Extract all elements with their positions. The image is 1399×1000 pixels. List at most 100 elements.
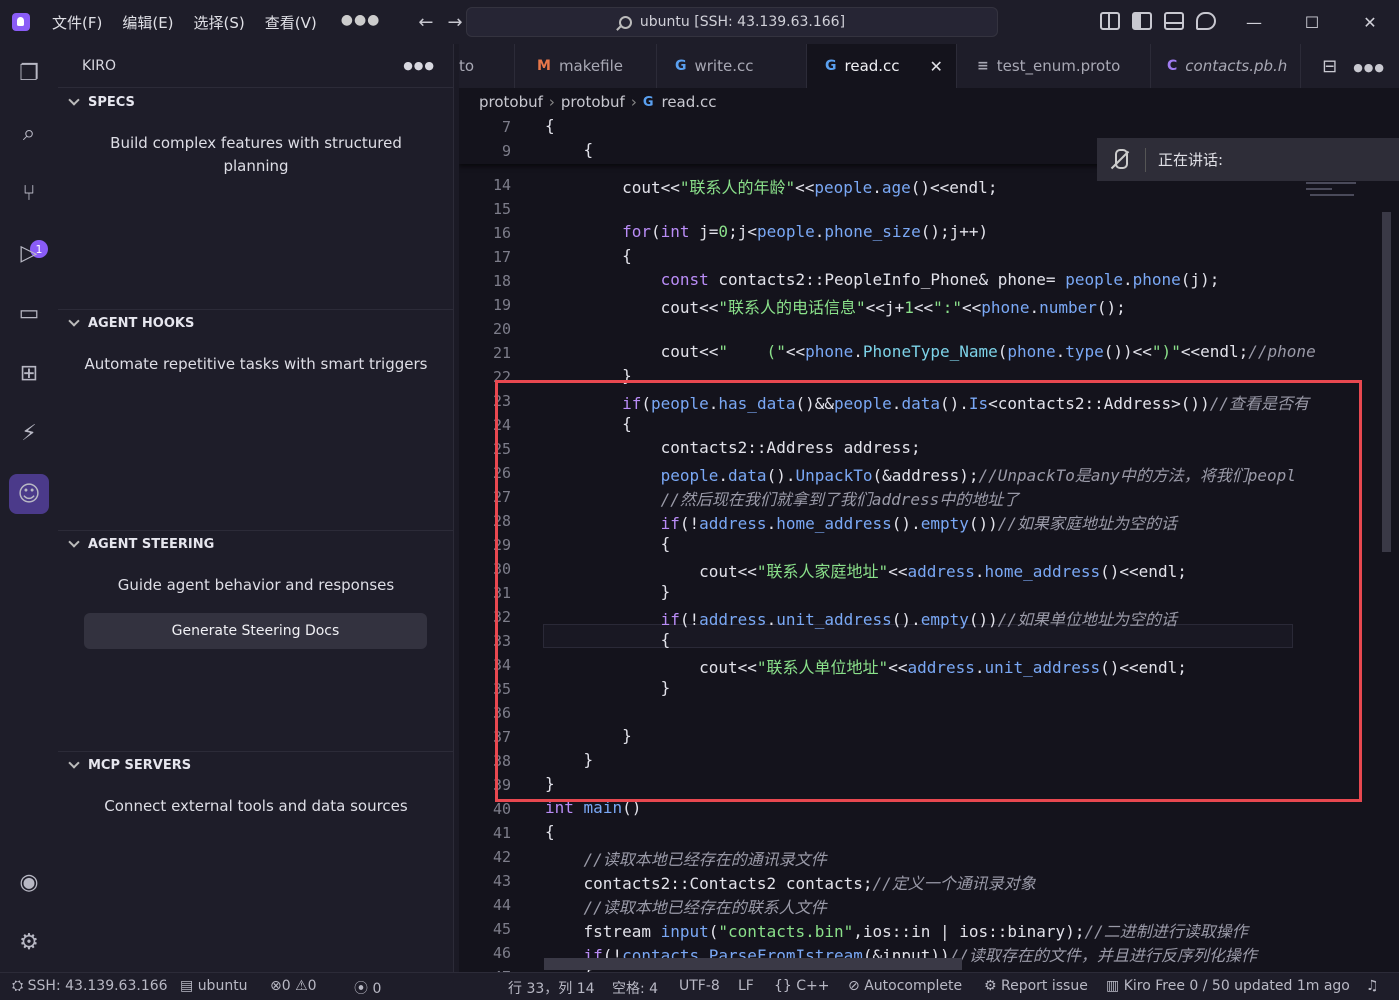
kiro-powers-icon[interactable]: ⚡ <box>14 418 44 448</box>
code-line[interactable]: contacts2::Contacts2 contacts;//定义一个通讯录对… <box>545 870 1036 894</box>
line-number: 19 <box>492 296 511 314</box>
menu-file[interactable]: 文件(F) <box>52 12 102 33</box>
kiro-usage-status[interactable]: ▥ Kiro Free 0 / 50 updated 1m ago <box>1106 978 1350 994</box>
breadcrumb-file[interactable]: read.cc <box>661 93 716 111</box>
report-issue-status[interactable]: ⚙ Report issue <box>984 978 1088 994</box>
remote-ssh-status[interactable]: ⛭ SSH: 43.139.63.166 <box>12 978 168 994</box>
code-line[interactable]: fstream input("contacts.bin",ios::in | i… <box>545 918 1248 942</box>
code-token: (); <box>1096 298 1126 317</box>
code-line[interactable]: const contacts2::PeopleInfo_Phone& phone… <box>545 270 1220 289</box>
code-token: phone <box>981 298 1030 317</box>
code-line[interactable]: { <box>545 822 555 841</box>
customize-layout-icon[interactable] <box>1100 12 1120 30</box>
maximize-icon[interactable]: ☐ <box>1283 0 1341 44</box>
menu-more-icon[interactable]: ●●● <box>341 12 381 33</box>
line-number: 44 <box>492 896 511 914</box>
sidebar-more-icon[interactable]: ●●● <box>403 59 435 72</box>
code-token: phone <box>805 342 854 361</box>
autocomplete-status[interactable]: ⊘ Autocomplete <box>848 978 962 994</box>
no-entry-icon: ⊘ <box>848 978 865 994</box>
menu-edit[interactable]: 编辑(E) <box>122 12 173 33</box>
menu-selection[interactable]: 选择(S) <box>194 12 245 33</box>
tab-partial[interactable]: to <box>459 44 515 88</box>
code-line[interactable]: { <box>545 116 555 135</box>
toggle-primary-sidebar-icon[interactable] <box>1132 12 1152 30</box>
code-token: ;j< <box>728 222 757 241</box>
code-line[interactable]: { <box>545 246 632 265</box>
chart-icon: ▥ <box>1106 978 1124 994</box>
explorer-icon[interactable]: ❐ <box>14 58 44 88</box>
horizontal-scrollbar[interactable] <box>544 958 962 970</box>
chevron-down-icon <box>68 315 80 327</box>
command-center-search[interactable]: ubuntu [SSH: 43.139.63.166] <box>466 7 998 37</box>
agent-steering-description: Guide agent behavior and responses <box>117 576 395 594</box>
mcp-servers-description: Connect external tools and data sources <box>104 797 408 815</box>
account-icon[interactable]: ◉ <box>14 867 44 897</box>
tab-read-cc[interactable]: Gread.cc ✕ <box>807 44 957 88</box>
tab-contacts-pb-h[interactable]: Ccontacts.pb.h <box>1151 44 1301 88</box>
menu-bar: 文件(F) 编辑(E) 选择(S) 查看(V) ●●● <box>52 12 380 33</box>
toggle-panel-icon[interactable] <box>1164 12 1184 30</box>
line-number: 40 <box>492 800 511 818</box>
encoding-status[interactable]: UTF-8 <box>679 978 720 994</box>
ports-status[interactable]: ⦿ 0 <box>354 978 381 998</box>
code-line[interactable]: for(int j=0;j<people.phone_size();j++) <box>545 222 988 241</box>
specs-section-header[interactable]: SPECS <box>58 88 454 116</box>
cpp-file-icon: G <box>825 58 837 74</box>
code-line[interactable]: cout<<"联系人的电话信息"<<j+1<<":"<<phone.number… <box>545 294 1126 318</box>
source-control-icon[interactable]: ⑂ <box>14 178 44 208</box>
code-line[interactable]: cout<<"联系人的年龄"<<people.age()<<endl; <box>545 174 997 198</box>
kiro-ghost-icon[interactable]: ☺ <box>9 474 49 514</box>
code-token: <<endl; <box>1180 342 1249 361</box>
settings-gear-icon[interactable]: ⚙ <box>14 927 44 957</box>
code-token: 0 <box>718 222 729 241</box>
code-line[interactable]: //读取本地已经存在的通讯录文件 <box>545 846 827 870</box>
close-tab-icon[interactable]: ✕ <box>930 57 943 76</box>
status-bar: ⛭ SSH: 43.139.63.166 ▤ ubuntu ⊗0 ⚠0 ⦿ 0 … <box>0 972 1399 1000</box>
agent-hooks-section-header[interactable]: AGENT HOOKS <box>58 309 454 337</box>
tab-test-enum-proto[interactable]: ≡ test_enum.proto <box>957 44 1151 88</box>
breadcrumb-folder[interactable]: protobuf <box>479 93 543 111</box>
cursor-position-status[interactable]: 行 33，列 14 <box>508 978 595 998</box>
remote-explorer-icon[interactable]: ▭ <box>14 298 44 328</box>
minimize-icon[interactable]: — <box>1225 0 1283 44</box>
forward-arrow-icon[interactable]: → <box>447 12 462 33</box>
vertical-scrollbar[interactable] <box>1382 212 1391 552</box>
code-line[interactable]: //读取本地已经存在的联系人文件 <box>545 894 827 918</box>
problems-status[interactable]: ⊗0 ⚠0 <box>270 978 317 994</box>
host-status[interactable]: ▤ ubuntu <box>180 978 248 994</box>
more-actions-icon[interactable]: ●●● <box>1353 56 1385 77</box>
code-token: . <box>1055 342 1066 361</box>
agent-steering-section-header[interactable]: AGENT STEERING <box>58 530 454 558</box>
code-token: ();j++) <box>920 222 989 241</box>
code-line[interactable]: { <box>545 140 594 159</box>
code-token: "contacts.bin" <box>718 922 854 941</box>
search-icon[interactable]: ⌕ <box>14 118 44 148</box>
generate-steering-docs-button[interactable]: Generate Steering Docs <box>84 613 427 649</box>
code-line[interactable]: cout<<" ("<<phone.PhoneType_Name(phone.t… <box>545 342 1316 361</box>
indentation-status[interactable]: 空格: 4 <box>612 978 658 998</box>
notifications-bell-icon[interactable]: ♫ <box>1366 978 1379 994</box>
code-token: age <box>881 178 911 197</box>
line-number: 7 <box>501 118 511 136</box>
split-editor-icon[interactable]: ⊟ <box>1322 56 1337 77</box>
language-status[interactable]: {} C++ <box>774 978 830 994</box>
close-window-icon[interactable]: ✕ <box>1341 0 1399 44</box>
minimap-line <box>1306 182 1356 184</box>
code-token: input <box>660 922 709 941</box>
mcp-servers-section-header[interactable]: MCP SERVERS <box>58 751 454 779</box>
breadcrumb-folder[interactable]: protobuf <box>561 93 625 111</box>
speaking-indicator: 正在讲话: <box>1097 138 1399 181</box>
chat-icon[interactable] <box>1196 12 1216 30</box>
tab-write-cc[interactable]: Gwrite.cc <box>657 44 807 88</box>
line-number: 46 <box>492 944 511 962</box>
run-debug-icon[interactable]: ▷ <box>14 238 44 268</box>
code-token: { <box>545 822 555 841</box>
eol-status[interactable]: LF <box>738 978 754 994</box>
tab-makefile[interactable]: Mmakefile <box>515 44 657 88</box>
back-arrow-icon[interactable]: ← <box>418 12 433 33</box>
mic-muted-icon <box>1105 145 1135 175</box>
menu-view[interactable]: 查看(V) <box>265 12 317 33</box>
extensions-icon[interactable]: ⊞ <box>14 358 44 388</box>
line-number: 42 <box>492 848 511 866</box>
